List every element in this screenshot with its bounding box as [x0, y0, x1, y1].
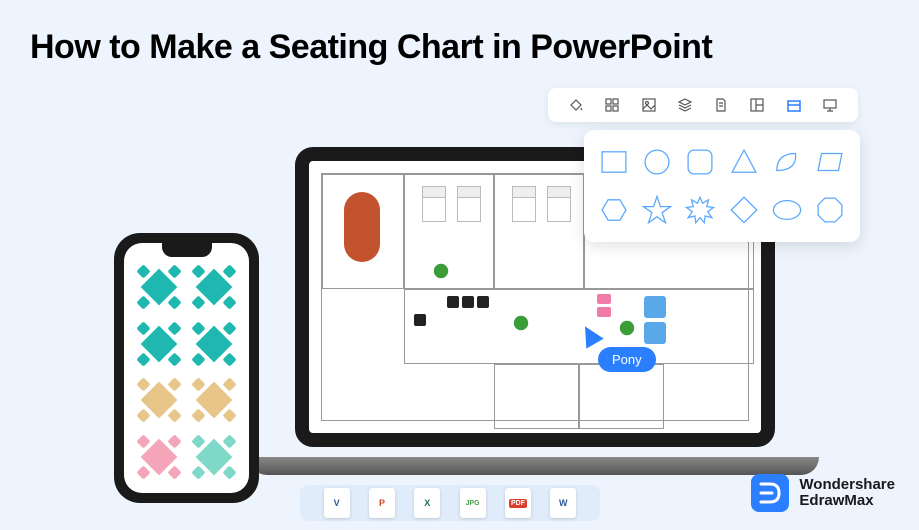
shape-leaf[interactable]: [769, 142, 804, 182]
laptop-base: [249, 457, 819, 475]
shape-hexagon[interactable]: [596, 190, 631, 230]
desk-icon: [462, 296, 474, 308]
block-icon[interactable]: [785, 96, 803, 114]
bed: [457, 186, 481, 222]
shape-diamond[interactable]: [726, 190, 761, 230]
layout-icon[interactable]: [748, 96, 766, 114]
collaborator-cursor: Pony: [580, 325, 656, 372]
chair-icon: [597, 294, 611, 304]
shape-parallelogram[interactable]: [813, 142, 848, 182]
shape-octagon[interactable]: [813, 190, 848, 230]
shape-triangle[interactable]: [726, 142, 761, 182]
page-title: How to Make a Seating Chart in PowerPoin…: [0, 0, 919, 67]
phone-screen: [124, 243, 249, 493]
fill-icon[interactable]: [567, 96, 585, 114]
seating-table: [136, 263, 183, 312]
cursor-arrow-icon: [576, 321, 603, 348]
phone-mockup: [114, 233, 259, 503]
shape-rounded-square[interactable]: [683, 142, 718, 182]
shape-ellipse[interactable]: [769, 190, 804, 230]
seating-table: [191, 376, 238, 425]
image-icon[interactable]: [640, 96, 658, 114]
conference-table: [344, 192, 380, 262]
logo-mark-icon: [751, 474, 789, 512]
shape-panel: [584, 130, 860, 242]
page-icon[interactable]: [712, 96, 730, 114]
seating-table: [191, 320, 238, 369]
logo-text: Wondershare EdrawMax: [799, 477, 895, 510]
shape-rectangle[interactable]: [596, 142, 631, 182]
layers-icon[interactable]: [676, 96, 694, 114]
shape-star[interactable]: [639, 190, 674, 230]
seating-table: [191, 263, 238, 312]
presentation-icon[interactable]: [821, 96, 839, 114]
shape-circle[interactable]: [639, 142, 674, 182]
table-grid: [136, 263, 237, 481]
seating-table: [136, 433, 183, 482]
export-excel-icon[interactable]: X: [414, 488, 440, 518]
export-bar: V P X JPG PDF W: [300, 485, 600, 521]
seating-table: [136, 320, 183, 369]
bed: [422, 186, 446, 222]
plant-icon: [432, 262, 450, 280]
bed: [512, 186, 536, 222]
export-visio-icon[interactable]: V: [324, 488, 350, 518]
apps-icon[interactable]: [603, 96, 621, 114]
export-jpg-icon[interactable]: JPG: [460, 488, 486, 518]
brand-logo: Wondershare EdrawMax: [751, 474, 895, 512]
desk-icon: [447, 296, 459, 308]
toolbar: [548, 88, 858, 122]
seating-table: [136, 376, 183, 425]
room: [494, 364, 579, 429]
plant-icon: [512, 314, 530, 332]
seating-table: [191, 433, 238, 482]
appliance-icon: [644, 296, 666, 318]
desk-icon: [414, 314, 426, 326]
phone-notch: [162, 243, 212, 257]
export-powerpoint-icon[interactable]: P: [369, 488, 395, 518]
desk-icon: [477, 296, 489, 308]
bed: [547, 186, 571, 222]
cursor-label: Pony: [598, 347, 656, 372]
export-word-icon[interactable]: W: [550, 488, 576, 518]
chair-icon: [597, 307, 611, 317]
export-pdf-icon[interactable]: PDF: [505, 488, 531, 518]
shape-burst[interactable]: [683, 190, 718, 230]
